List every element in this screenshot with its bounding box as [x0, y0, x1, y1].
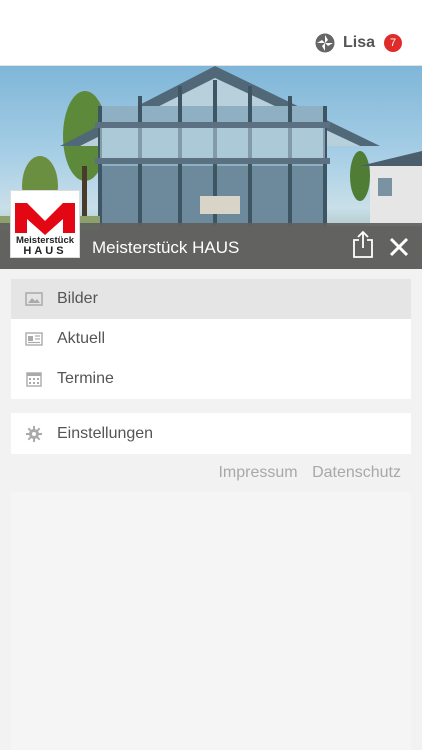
gear-icon — [26, 425, 42, 442]
menu-item-label: Bilder — [57, 290, 98, 307]
impressum-link[interactable]: Impressum — [218, 464, 297, 481]
content-area — [11, 492, 411, 750]
menu-item-label: Einstellungen — [57, 424, 154, 442]
newspaper-icon — [25, 332, 43, 346]
profile-title: Meisterstück HAUS — [92, 238, 240, 257]
user-name[interactable]: Lisa — [343, 34, 375, 52]
brand-logo: Meisterstück HAUS — [10, 190, 80, 258]
menu-item-bilder[interactable]: Bilder — [11, 279, 411, 319]
primary-menu: Bilder Aktuell Termine — [11, 279, 411, 399]
menu-item-aktuell[interactable]: Aktuell — [11, 319, 411, 359]
share-icon[interactable] — [352, 230, 374, 258]
menu-item-einstellungen[interactable]: Einstellungen — [11, 413, 411, 454]
close-icon[interactable] — [388, 236, 410, 258]
datenschutz-link[interactable]: Datenschutz — [312, 464, 401, 481]
secondary-menu: Einstellungen — [11, 413, 411, 454]
notification-badge[interactable]: 7 — [384, 34, 402, 52]
menu-item-termine[interactable]: Termine — [11, 359, 411, 399]
top-bar: Lisa 7 — [0, 0, 422, 66]
menu-item-label: Aktuell — [57, 330, 106, 347]
image-icon — [25, 292, 43, 306]
calendar-icon — [26, 372, 42, 387]
logo-text-bottom: HAUS — [23, 245, 66, 257]
app-logo-icon — [315, 33, 335, 53]
user-account[interactable]: Lisa 7 — [315, 33, 402, 53]
menu-item-label: Termine — [57, 370, 114, 387]
footer-links: Impressum Datenschutz — [208, 464, 401, 482]
